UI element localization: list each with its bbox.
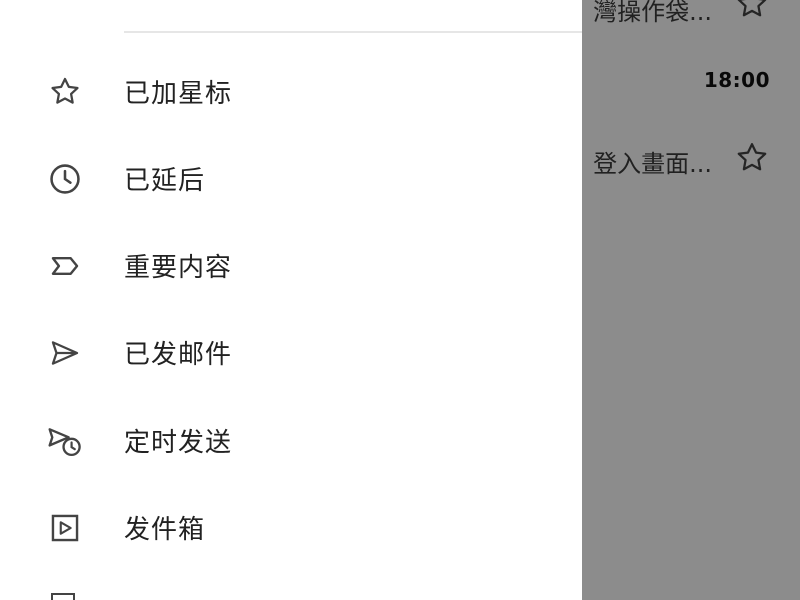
nav-item-label: 已发邮件 [124, 339, 233, 370]
nav-item-important[interactable]: 重要内容 [0, 225, 582, 305]
nav-item-sent[interactable]: 已发邮件 [0, 312, 582, 392]
star-icon [46, 73, 84, 111]
outbox-icon [46, 509, 84, 547]
nav-item-snoozed[interactable]: 已延后 [0, 138, 582, 218]
nav-item-starred[interactable]: 已加星标 [0, 51, 582, 131]
nav-item-label: 已延后 [124, 165, 206, 196]
nav-item-outbox[interactable]: 发件箱 [0, 487, 582, 567]
nav-item-label: 发件箱 [124, 514, 206, 545]
navigation-drawer: 已加星标 已延后 重要内容 已发邮件 定时发送 发件箱 [0, 0, 582, 600]
divider [124, 31, 582, 33]
nav-item-label: 定时发送 [124, 427, 233, 458]
important-label-icon [46, 247, 84, 285]
partial-nav-icon [50, 592, 76, 600]
clock-icon [46, 160, 84, 198]
send-icon [46, 334, 84, 372]
nav-item-label: 已加星标 [124, 78, 233, 109]
nav-item-scheduled[interactable]: 定时发送 [0, 400, 582, 480]
scheduled-send-icon [46, 422, 84, 460]
nav-item-label: 重要内容 [124, 252, 233, 283]
